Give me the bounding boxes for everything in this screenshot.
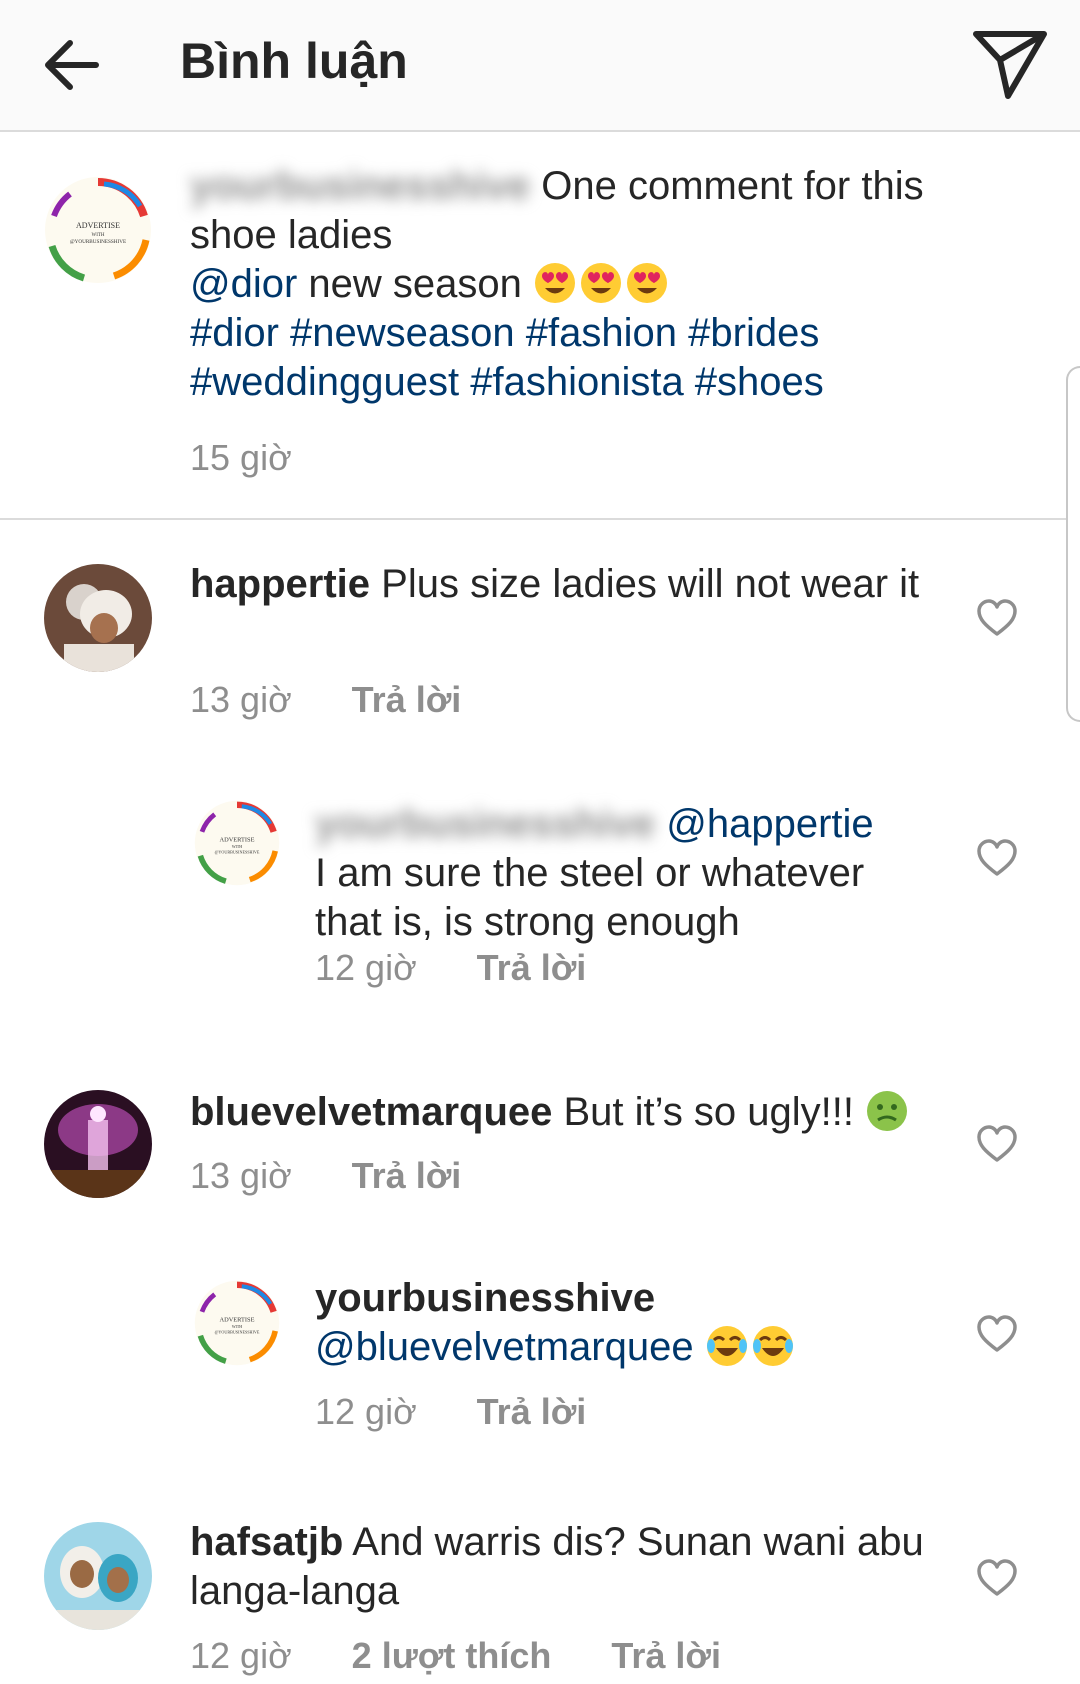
avatar-logo-text: ADVERTISE bbox=[76, 221, 120, 230]
caption-body: new season bbox=[297, 262, 534, 306]
timestamp: 12 giờ bbox=[190, 1635, 292, 1676]
avatar[interactable]: ADVERTISE WITH @YOURBUSINESSHIVE bbox=[194, 800, 280, 886]
comment-meta: 12 giờ Trả lời bbox=[315, 946, 646, 990]
avatar-logo-text: WITH bbox=[232, 844, 242, 849]
avatar[interactable]: ADVERTISE WITH @YOURBUSINESSHIVE bbox=[44, 176, 152, 284]
reply-item: ADVERTISE WITH @YOURBUSINESSHIVE yourbus… bbox=[0, 1276, 1080, 1450]
heart-icon[interactable] bbox=[975, 838, 1019, 878]
comment-item: happertie Plus size ladies will not wear… bbox=[0, 520, 1080, 750]
page-title: Bình luận bbox=[180, 33, 408, 89]
comment-body: But it’s so ugly!!! bbox=[552, 1090, 866, 1134]
timestamp: 12 giờ bbox=[315, 1391, 417, 1432]
reply-button[interactable]: Trả lời bbox=[611, 1635, 721, 1676]
venue-photo-avatar bbox=[44, 1090, 152, 1198]
timestamp: 12 giờ bbox=[315, 947, 417, 988]
comment-meta: 12 giờ Trả lời bbox=[315, 1390, 646, 1434]
laughing-emoji-group bbox=[705, 1325, 797, 1369]
user-photo-avatar bbox=[44, 1522, 152, 1630]
user-photo-avatar bbox=[44, 564, 152, 672]
heart-eyes-emoji-group bbox=[533, 262, 671, 306]
heart-icon[interactable] bbox=[975, 1124, 1019, 1164]
username[interactable]: yourbusinesshive bbox=[315, 1276, 655, 1320]
caption-comment: ADVERTISE WITH @YOURBUSINESSHIVE yourbus… bbox=[0, 132, 1080, 518]
username[interactable]: happertie bbox=[190, 562, 370, 606]
reply-item: ADVERTISE WITH @YOURBUSINESSHIVE yourbus… bbox=[0, 780, 1080, 1030]
comment-body: Plus size ladies will not wear it bbox=[370, 562, 920, 606]
paper-plane-icon[interactable] bbox=[970, 26, 1050, 104]
reply-text: yourbusinesshive @bluevelvetmarquee bbox=[315, 1274, 935, 1372]
nauseated-face-emoji bbox=[867, 1091, 908, 1131]
avatar[interactable] bbox=[44, 1090, 152, 1198]
tears-of-joy-emoji bbox=[752, 1326, 793, 1366]
tears-of-joy-emoji bbox=[706, 1326, 747, 1366]
reply-button[interactable]: Trả lời bbox=[477, 947, 587, 988]
avatar[interactable]: ADVERTISE WITH @YOURBUSINESSHIVE bbox=[194, 1280, 280, 1366]
avatar[interactable] bbox=[44, 564, 152, 672]
avatar-logo-text: WITH bbox=[232, 1324, 242, 1329]
reply-button[interactable]: Trả lời bbox=[352, 679, 462, 720]
scroll-handle[interactable] bbox=[1066, 366, 1080, 722]
brand-logo-avatar: ADVERTISE WITH @YOURBUSINESSHIVE bbox=[194, 1280, 280, 1366]
heart-eyes-emoji bbox=[535, 263, 576, 303]
arrow-left-icon[interactable] bbox=[40, 30, 110, 100]
heart-icon[interactable] bbox=[975, 1558, 1019, 1598]
heart-icon[interactable] bbox=[975, 598, 1019, 638]
avatar-logo-text: WITH bbox=[91, 233, 104, 238]
mention-link[interactable]: @bluevelvetmarquee bbox=[315, 1325, 694, 1369]
mention-link[interactable]: @dior bbox=[190, 262, 297, 306]
reply-text: yourbusinesshive @happertie I am sure th… bbox=[315, 800, 935, 947]
comment-item: bluevelvetmarquee But it’s so ugly!!! 13… bbox=[0, 1090, 1080, 1210]
timestamp: 15 giờ bbox=[190, 437, 292, 478]
comment-meta: 13 giờ Trả lời bbox=[190, 678, 521, 722]
avatar-logo-text: ADVERTISE bbox=[220, 1316, 255, 1323]
comment-meta: 13 giờ Trả lời bbox=[190, 1154, 521, 1198]
blurred-username[interactable]: yourbusinesshive bbox=[190, 162, 530, 211]
heart-eyes-emoji bbox=[581, 263, 622, 303]
hashtag-links[interactable]: #dior #newseason #fashion #brides #weddi… bbox=[190, 311, 824, 404]
caption-text: yourbusinesshive One comment for this sh… bbox=[190, 162, 950, 407]
username[interactable]: bluevelvetmarquee bbox=[190, 1090, 552, 1134]
avatar-logo-text: @YOURBUSINESSHIVE bbox=[215, 1329, 260, 1334]
comment-text: hafsatjb And warris dis? Sunan wani abu … bbox=[190, 1518, 930, 1616]
reply-button[interactable]: Trả lời bbox=[352, 1155, 462, 1196]
heart-eyes-emoji bbox=[627, 263, 668, 303]
comment-item: hafsatjb And warris dis? Sunan wani abu … bbox=[0, 1520, 1080, 1684]
avatar-logo-text: @YOURBUSINESSHIVE bbox=[70, 239, 126, 245]
brand-logo-avatar: ADVERTISE WITH @YOURBUSINESSHIVE bbox=[194, 800, 280, 886]
comment-body: I am sure the steel or whatever that is,… bbox=[315, 851, 865, 944]
brand-logo-avatar: ADVERTISE WITH @YOURBUSINESSHIVE bbox=[45, 177, 151, 283]
timestamp: 13 giờ bbox=[190, 679, 292, 720]
comment-text: bluevelvetmarquee But it’s so ugly!!! bbox=[190, 1088, 950, 1137]
heart-icon[interactable] bbox=[975, 1314, 1019, 1354]
timestamp: 13 giờ bbox=[190, 1155, 292, 1196]
comments-screen: Bình luận ADVERTISE WITH @YOURBUSINESSHI… bbox=[0, 0, 1080, 1684]
blurred-username[interactable]: yourbusinesshive bbox=[315, 800, 655, 849]
avatar[interactable] bbox=[44, 1522, 152, 1630]
mention-link[interactable]: @happertie bbox=[666, 802, 873, 846]
username[interactable]: hafsatjb bbox=[190, 1520, 343, 1564]
header-bar: Bình luận bbox=[0, 0, 1080, 132]
likes-count[interactable]: 2 lượt thích bbox=[352, 1635, 552, 1676]
reply-button[interactable]: Trả lời bbox=[477, 1391, 587, 1432]
comment-text: happertie Plus size ladies will not wear… bbox=[190, 560, 930, 609]
avatar-logo-text: @YOURBUSINESSHIVE bbox=[215, 849, 260, 854]
avatar-logo-text: ADVERTISE bbox=[220, 836, 255, 843]
comment-meta: 12 giờ 2 lượt thích Trả lời bbox=[190, 1634, 781, 1678]
caption-meta: 15 giờ bbox=[190, 436, 352, 480]
